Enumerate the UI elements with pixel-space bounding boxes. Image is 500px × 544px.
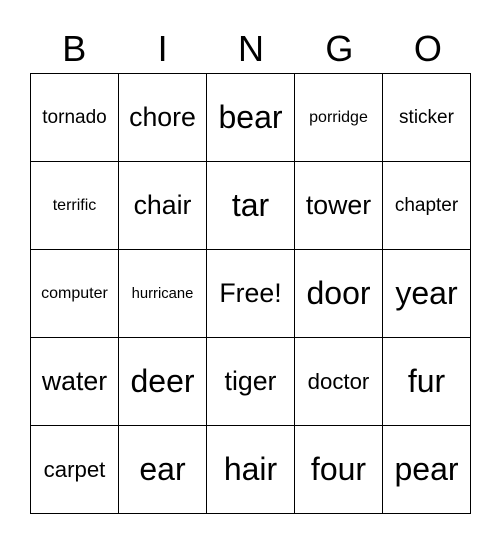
header-letter-o: O (413, 28, 442, 69)
bingo-cell[interactable]: Free! (207, 250, 295, 338)
header-letter-n: N (238, 28, 265, 69)
bingo-cell[interactable]: tower (295, 162, 383, 250)
header-letter-b: B (62, 28, 87, 69)
header-letter-i: I (157, 28, 168, 69)
bingo-cell[interactable]: chore (119, 74, 207, 162)
bingo-cell[interactable]: bear (207, 74, 295, 162)
bingo-cell[interactable]: fur (383, 338, 471, 426)
bingo-cell[interactable]: deer (119, 338, 207, 426)
bingo-cell[interactable]: tiger (207, 338, 295, 426)
bingo-cell[interactable]: tar (207, 162, 295, 250)
bingo-cell[interactable]: computer (31, 250, 119, 338)
bingo-cell[interactable]: doctor (295, 338, 383, 426)
bingo-cell[interactable]: porridge (295, 74, 383, 162)
bingo-cell[interactable]: hair (207, 426, 295, 514)
bingo-cell[interactable]: door (295, 250, 383, 338)
bingo-cell[interactable]: chair (119, 162, 207, 250)
bingo-cell[interactable]: chapter (383, 162, 471, 250)
bingo-cell[interactable]: hurricane (119, 250, 207, 338)
bingo-cell[interactable]: sticker (383, 74, 471, 162)
bingo-cell[interactable]: four (295, 426, 383, 514)
header-letter-g: G (325, 28, 354, 69)
bingo-header: B I N G O (30, 26, 472, 72)
bingo-cell[interactable]: terrific (31, 162, 119, 250)
bingo-cell[interactable]: ear (119, 426, 207, 514)
bingo-cell[interactable]: pear (383, 426, 471, 514)
bingo-cell[interactable]: carpet (31, 426, 119, 514)
bingo-cell[interactable]: water (31, 338, 119, 426)
bingo-grid: tornado chore bear porridge sticker terrific c… (30, 73, 471, 514)
bingo-cell[interactable]: tornado (31, 74, 119, 162)
bingo-cell[interactable]: year (383, 250, 471, 338)
